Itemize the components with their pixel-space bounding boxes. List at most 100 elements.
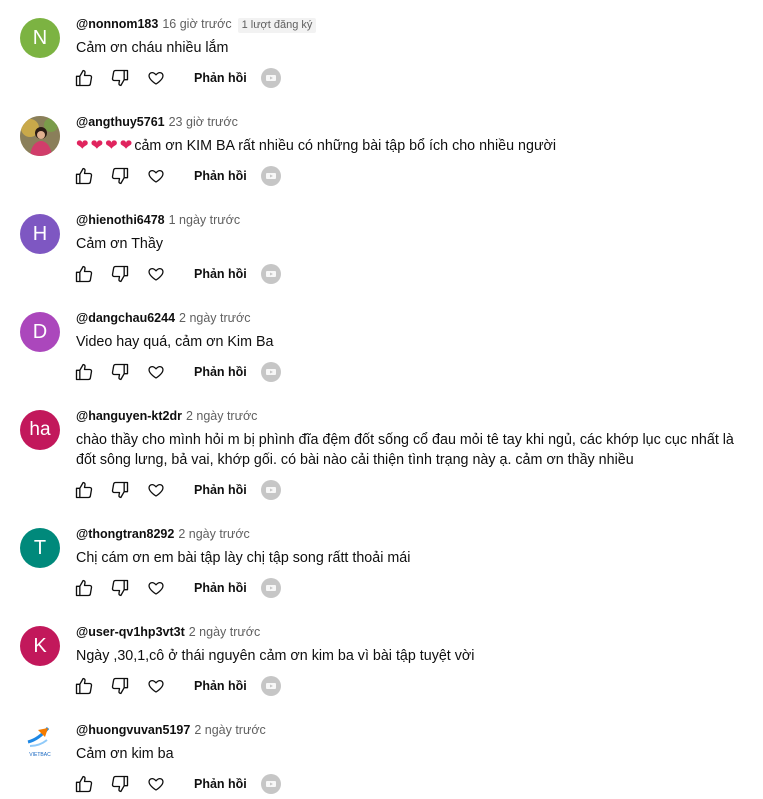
author-name[interactable]: @hanguyen-kt2dr xyxy=(76,409,182,423)
creator-avatar-icon[interactable] xyxy=(260,578,281,598)
avatar[interactable]: VIETBAC xyxy=(20,724,60,764)
thumb-up-icon xyxy=(74,166,94,186)
heart-icon xyxy=(147,481,165,499)
heart-emoji: ❤ xyxy=(119,137,133,154)
author-name[interactable]: @thongtran8292 xyxy=(76,527,174,541)
thumb-down-icon xyxy=(110,362,130,382)
heart-button[interactable] xyxy=(138,259,174,289)
comment-actions: Phản hồi xyxy=(66,573,281,603)
like-button[interactable] xyxy=(66,161,102,191)
dislike-button[interactable] xyxy=(102,769,138,799)
heart-icon xyxy=(147,579,165,597)
heart-button[interactable] xyxy=(138,161,174,191)
dislike-button[interactable] xyxy=(102,573,138,603)
creator-avatar-icon[interactable] xyxy=(260,166,281,186)
reply-button[interactable]: Phản hồi xyxy=(186,163,255,189)
thumb-down-icon xyxy=(110,480,130,500)
like-button[interactable] xyxy=(66,573,102,603)
reply-button[interactable]: Phản hồi xyxy=(186,359,255,385)
comment-timestamp[interactable]: 1 ngày trước xyxy=(169,213,240,227)
comment-timestamp[interactable]: 2 ngày trước xyxy=(178,527,249,541)
thumb-up-icon xyxy=(74,774,94,794)
comment-actions: Phản hồi xyxy=(66,671,281,701)
heart-button[interactable] xyxy=(138,671,174,701)
dislike-button[interactable] xyxy=(102,357,138,387)
heart-button[interactable] xyxy=(138,769,174,799)
reply-button[interactable]: Phản hồi xyxy=(186,673,255,699)
comment-timestamp[interactable]: 2 ngày trước xyxy=(186,409,257,423)
comment-timestamp[interactable]: 2 ngày trước xyxy=(189,625,260,639)
avatar[interactable]: D xyxy=(20,312,60,352)
dislike-button[interactable] xyxy=(102,63,138,93)
like-button[interactable] xyxy=(66,769,102,799)
avatar[interactable]: K xyxy=(20,626,60,666)
comment-header: @dangchau6244 2 ngày trước xyxy=(76,309,251,327)
heart-icon xyxy=(147,775,165,793)
svg-text:VIETBAC: VIETBAC xyxy=(29,752,51,758)
like-button[interactable] xyxy=(66,357,102,387)
comment-body: cảm ơn KIM BA rất nhiều có những bài tập… xyxy=(134,138,557,154)
reply-button[interactable]: Phản hồi xyxy=(186,477,255,503)
comment-header: @thongtran8292 2 ngày trước xyxy=(76,525,250,543)
heart-button[interactable] xyxy=(138,357,174,387)
comment-actions: Phản hồi xyxy=(66,475,281,505)
logo-icon: VIETBAC xyxy=(27,727,51,758)
like-button[interactable] xyxy=(66,671,102,701)
creator-avatar-icon[interactable] xyxy=(260,480,281,500)
author-name[interactable]: @hienothi6478 xyxy=(76,213,165,227)
thumb-down-icon xyxy=(110,166,130,186)
like-button[interactable] xyxy=(66,63,102,93)
comment-actions: Phản hồi xyxy=(66,357,281,387)
dislike-button[interactable] xyxy=(102,161,138,191)
avatar[interactable]: H xyxy=(20,214,60,254)
comment-header: @huongvuvan5197 2 ngày trước xyxy=(76,721,266,739)
thumb-down-icon xyxy=(110,578,130,598)
creator-avatar-icon[interactable] xyxy=(260,676,281,696)
creator-avatar-icon[interactable] xyxy=(260,264,281,284)
creator-avatar-icon[interactable] xyxy=(260,362,281,382)
like-button[interactable] xyxy=(66,475,102,505)
reply-button[interactable]: Phản hồi xyxy=(186,771,255,797)
reply-button[interactable]: Phản hồi xyxy=(186,575,255,601)
avatar-initial: T xyxy=(33,536,47,559)
heart-button[interactable] xyxy=(138,475,174,505)
heart-emoji: ❤ xyxy=(76,137,89,154)
author-name[interactable]: @dangchau6244 xyxy=(76,311,175,325)
comment-timestamp[interactable]: 2 ngày trước xyxy=(194,723,265,737)
comment-text: ❤ ❤ ❤ ❤ cảm ơn KIM BA rất nhiều có những bài… xyxy=(76,136,756,156)
subscriber-badge: 1 lượt đăng ký xyxy=(237,18,317,33)
dislike-button[interactable] xyxy=(102,671,138,701)
comment-body: Ngày ,30,1,cô ở thái nguyên cảm ơn kim b… xyxy=(76,648,475,664)
comment-body: Cảm ơn kim ba xyxy=(76,746,174,762)
dislike-button[interactable] xyxy=(102,259,138,289)
avatar-initial: ha xyxy=(29,419,51,440)
heart-button[interactable] xyxy=(138,573,174,603)
avatar[interactable] xyxy=(20,116,60,156)
dislike-button[interactable] xyxy=(102,475,138,505)
heart-button[interactable] xyxy=(138,63,174,93)
reply-button[interactable]: Phản hồi xyxy=(186,65,255,91)
like-button[interactable] xyxy=(66,259,102,289)
reply-button[interactable]: Phản hồi xyxy=(186,261,255,287)
comment-header: @hanguyen-kt2dr 2 ngày trước xyxy=(76,407,257,425)
comment-timestamp[interactable]: 16 giờ trước xyxy=(162,17,231,31)
comment-text: Video hay quá, cảm ơn Kim Ba xyxy=(76,332,756,352)
heart-emoji: ❤ xyxy=(90,137,104,154)
heart-icon xyxy=(147,363,165,381)
comment-timestamp[interactable]: 2 ngày trước xyxy=(179,311,250,325)
comment-body: Cảm ơn Thầy xyxy=(76,236,163,252)
thumb-up-icon xyxy=(74,264,94,284)
author-name[interactable]: @huongvuvan5197 xyxy=(76,723,190,737)
thumb-down-icon xyxy=(110,68,130,88)
author-name[interactable]: @angthuy5761 xyxy=(76,115,165,129)
comment-actions: Phản hồi xyxy=(66,769,281,799)
avatar[interactable]: T xyxy=(20,528,60,568)
comment-timestamp[interactable]: 23 giờ trước xyxy=(169,115,238,129)
author-name[interactable]: @user-qv1hp3vt3t xyxy=(76,625,185,639)
creator-avatar-icon[interactable] xyxy=(260,774,281,794)
comment-body: Video hay quá, cảm ơn Kim Ba xyxy=(76,334,274,350)
creator-avatar-icon[interactable] xyxy=(260,68,281,88)
author-name[interactable]: @nonnom183 xyxy=(76,17,158,31)
avatar[interactable]: ha xyxy=(20,410,60,450)
avatar[interactable]: N xyxy=(20,18,60,58)
